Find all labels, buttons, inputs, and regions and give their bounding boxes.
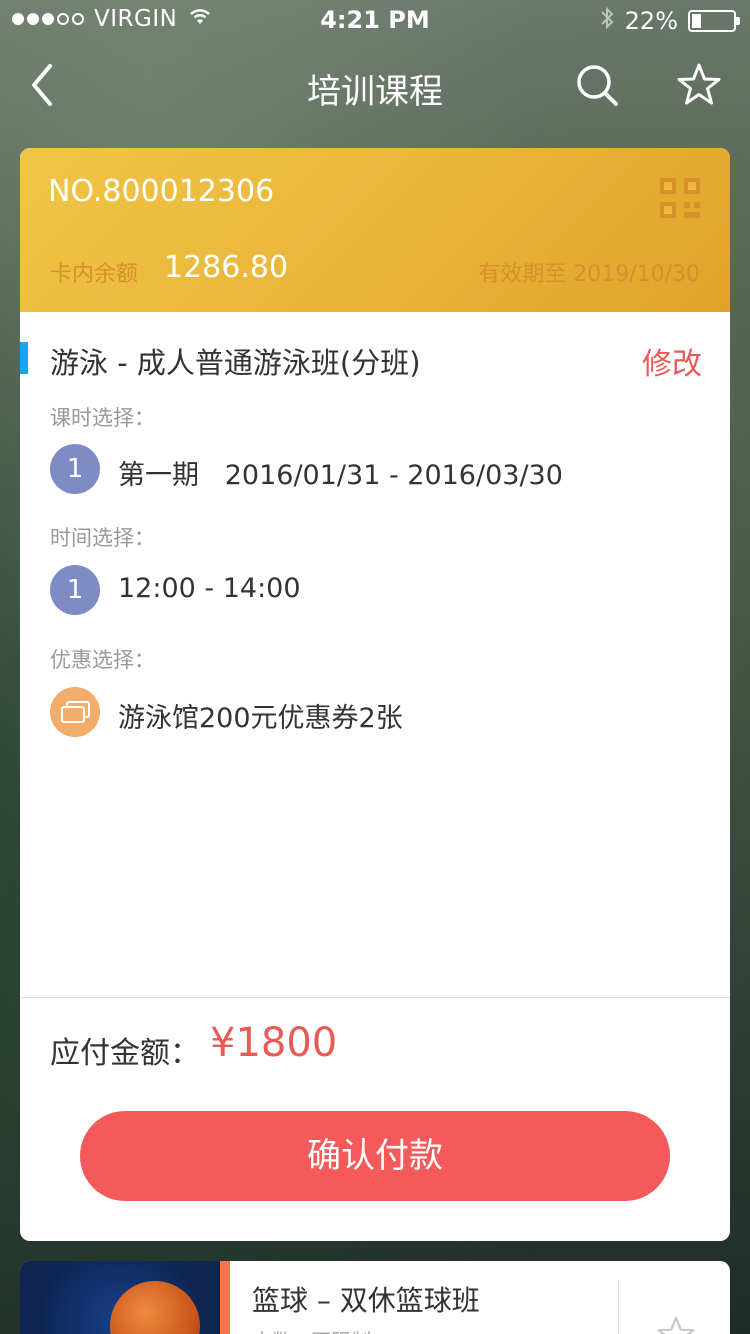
course-list-item[interactable]: 篮球 – 双休篮球班 人数 · 不限制 xyxy=(20,1261,730,1334)
payment-amount: ¥1800 xyxy=(210,1020,338,1066)
bluetooth-icon xyxy=(599,6,615,36)
discount-option[interactable]: 游泳馆200元优惠券2张 xyxy=(118,696,403,735)
status-right: 22% xyxy=(599,6,740,36)
expiry-date: 有效期至 2019/10/30 xyxy=(478,262,700,287)
course-subtitle: 人数 · 不限制 xyxy=(252,1325,371,1334)
card-number: NO.800012306 xyxy=(48,174,275,209)
divider xyxy=(20,997,730,998)
status-bar: VIRGIN 4:21 PM 22% xyxy=(0,0,750,40)
qr-code-icon[interactable] xyxy=(660,178,700,218)
lesson-option[interactable]: 第一期 2016/01/31 - 2016/03/30 xyxy=(118,453,563,492)
time-label: 时间选择： xyxy=(50,526,155,550)
search-icon[interactable] xyxy=(574,62,620,108)
star-icon[interactable] xyxy=(676,62,722,108)
page-title: 培训课程 xyxy=(307,72,443,112)
membership-card: NO.800012306 卡内余额 1286.80 有效期至 2019/10/3… xyxy=(20,148,730,312)
edit-button[interactable]: 修改 xyxy=(642,339,702,383)
time-option[interactable]: 12:00 - 14:00 xyxy=(118,573,301,604)
course-title: 游泳 - 成人普通游泳班(分班) xyxy=(50,346,421,380)
battery-fill xyxy=(692,14,701,28)
course-accent-bar xyxy=(220,1261,230,1334)
lesson-number-badge[interactable]: 1 xyxy=(50,444,100,494)
balance-label: 卡内余额 xyxy=(50,262,139,287)
course-accent-bar xyxy=(20,342,28,374)
battery-percent: 22% xyxy=(624,7,678,35)
time-number-badge[interactable]: 1 xyxy=(50,565,100,615)
basketball-icon xyxy=(110,1281,200,1334)
battery-icon xyxy=(688,10,740,32)
order-card: NO.800012306 卡内余额 1286.80 有效期至 2019/10/3… xyxy=(20,148,730,1241)
divider xyxy=(618,1281,619,1334)
nav-bar: 培训课程 xyxy=(0,40,750,130)
payment-label: 应付金额： xyxy=(50,1036,200,1071)
coupon-icon[interactable] xyxy=(50,687,100,737)
basketball-thumbnail xyxy=(20,1261,220,1334)
lesson-label: 课时选择： xyxy=(50,406,155,430)
discount-label: 优惠选择： xyxy=(50,648,155,672)
star-icon[interactable] xyxy=(656,1315,696,1334)
balance-value: 1286.80 xyxy=(164,250,289,285)
confirm-payment-button[interactable]: 确认付款 xyxy=(80,1111,670,1201)
course-title: 篮球 – 双休篮球班 xyxy=(252,1284,480,1317)
